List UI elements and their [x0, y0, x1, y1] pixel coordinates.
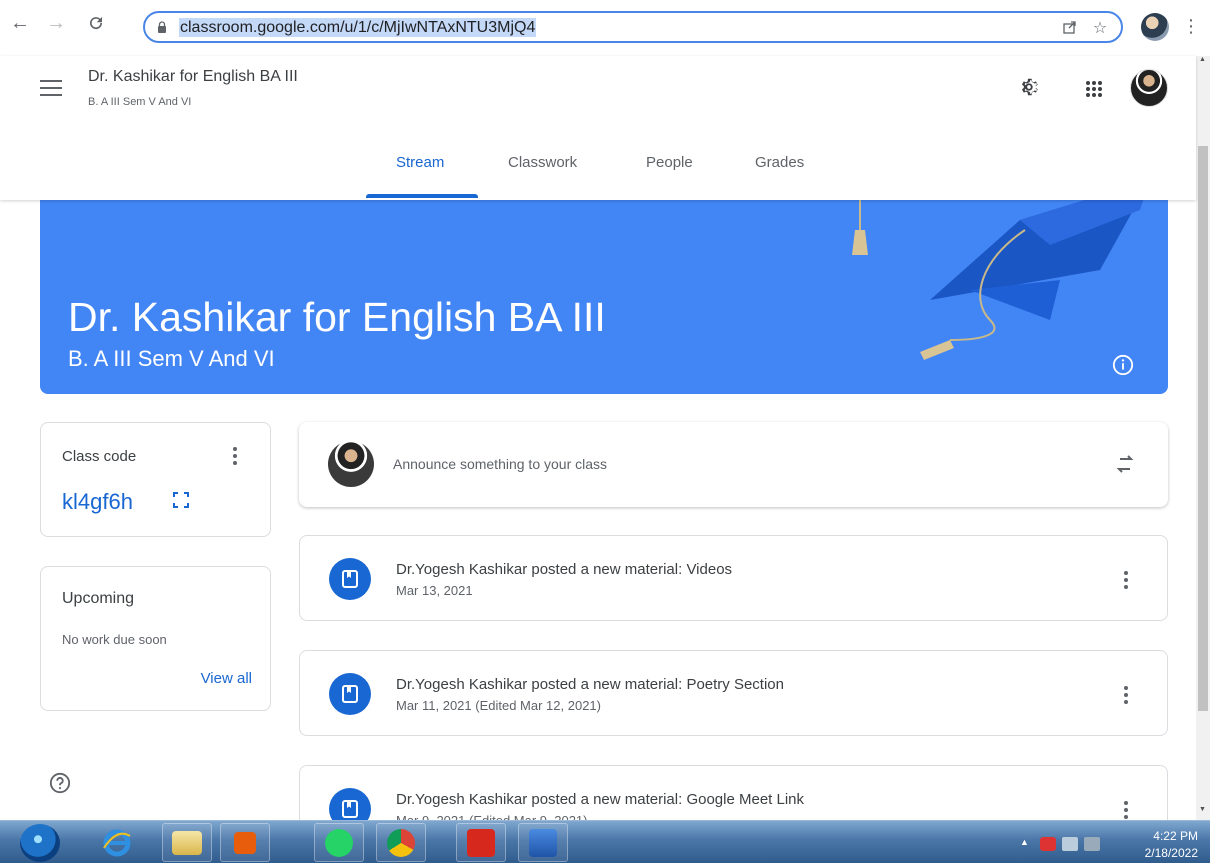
share-icon[interactable]	[1060, 19, 1080, 39]
clock-time[interactable]: 4:22 PM	[1153, 829, 1198, 843]
graduation-cap-illustration	[852, 200, 1144, 360]
banner-title: Dr. Kashikar for English BA III	[68, 294, 606, 340]
post-title: Dr.Yogesh Kashikar posted a new material…	[396, 676, 784, 693]
whatsapp-icon[interactable]	[314, 823, 364, 862]
class-code-label: Class code	[62, 448, 137, 465]
info-icon[interactable]	[1112, 354, 1134, 376]
browser-profile-avatar[interactable]	[1141, 13, 1169, 41]
acrobat-icon[interactable]	[456, 823, 506, 862]
reload-button[interactable]	[84, 11, 108, 35]
stream-post[interactable]: Dr.Yogesh Kashikar posted a new material…	[299, 765, 1168, 830]
tray-expand-icon[interactable]: ▲	[1020, 837, 1036, 851]
more-vert-icon[interactable]	[1120, 799, 1132, 821]
browser-toolbar: ← → classroom.google.com/u/1/c/MjIwNTAxN…	[0, 0, 1210, 56]
gear-icon[interactable]	[1018, 76, 1040, 98]
browser-menu-icon[interactable]: ⋮	[1182, 16, 1200, 36]
classroom-header: Dr. Kashikar for English BA III B. A III…	[0, 56, 1196, 200]
material-icon	[329, 558, 371, 600]
start-button[interactable]	[20, 824, 60, 862]
stream-post[interactable]: Dr.Yogesh Kashikar posted a new material…	[299, 650, 1168, 736]
windows-taskbar: ▲ 4:22 PM 2/18/2022	[0, 820, 1210, 863]
announce-avatar	[328, 441, 374, 487]
bookmark-star-icon[interactable]: ☆	[1090, 19, 1110, 39]
class-code-value: kl4gf6h	[62, 489, 133, 514]
user-avatar[interactable]	[1130, 69, 1168, 107]
internet-explorer-icon[interactable]	[92, 823, 142, 862]
clock-date[interactable]: 2/18/2022	[1145, 846, 1198, 860]
upcoming-empty-text: No work due soon	[62, 632, 167, 647]
post-title: Dr.Yogesh Kashikar posted a new material…	[396, 791, 805, 808]
stream-post[interactable]: Dr.Yogesh Kashikar posted a new material…	[299, 535, 1168, 621]
more-vert-icon[interactable]	[1120, 569, 1132, 591]
file-explorer-icon[interactable]	[162, 823, 212, 862]
tab-grades[interactable]: Grades	[755, 154, 804, 171]
more-vert-icon[interactable]	[229, 445, 241, 467]
lock-icon	[158, 21, 166, 33]
word-icon[interactable]	[518, 823, 568, 862]
address-bar[interactable]: classroom.google.com/u/1/c/MjIwNTAxNTU3M…	[143, 11, 1123, 43]
apps-grid-icon[interactable]	[1085, 80, 1103, 98]
class-code-card: Class code kl4gf6h	[40, 422, 271, 537]
media-player-icon[interactable]	[220, 823, 270, 862]
reload-icon	[90, 17, 103, 30]
action-center-icon[interactable]	[1062, 837, 1078, 851]
class-banner: Dr. Kashikar for English BA III B. A III…	[40, 200, 1168, 394]
forward-button[interactable]: →	[44, 11, 68, 35]
scroll-down-icon[interactable]: ▼	[1199, 806, 1207, 813]
post-date: Mar 11, 2021 (Edited Mar 12, 2021)	[396, 698, 601, 713]
scroll-thumb[interactable]	[1198, 146, 1208, 711]
tab-people[interactable]: People	[646, 154, 693, 171]
volume-muted-icon[interactable]	[1040, 837, 1056, 851]
chrome-icon[interactable]	[376, 823, 426, 862]
upcoming-card: Upcoming No work due soon View all	[40, 566, 271, 711]
main-menu-icon[interactable]	[40, 80, 62, 96]
scroll-up-icon[interactable]: ▲	[1199, 56, 1207, 63]
post-date: Mar 13, 2021	[396, 583, 473, 598]
tab-stream[interactable]: Stream	[396, 154, 444, 171]
repost-icon[interactable]	[1113, 452, 1137, 476]
fullscreen-icon[interactable]	[173, 492, 189, 508]
back-button[interactable]: ←	[8, 11, 32, 35]
material-icon	[329, 673, 371, 715]
help-icon[interactable]	[49, 772, 71, 794]
announce-placeholder[interactable]: Announce something to your class	[393, 456, 607, 472]
header-section: B. A III Sem V And VI	[88, 96, 192, 108]
network-icon[interactable]	[1084, 837, 1100, 851]
header-class-name[interactable]: Dr. Kashikar for English BA III	[88, 68, 298, 86]
banner-subtitle: B. A III Sem V And VI	[68, 346, 275, 371]
tab-classwork[interactable]: Classwork	[508, 154, 577, 171]
announce-box[interactable]: Announce something to your class	[299, 422, 1168, 507]
active-tab-indicator	[366, 194, 478, 198]
url-text[interactable]: classroom.google.com/u/1/c/MjIwNTAxNTU3M…	[179, 18, 537, 37]
view-all-link[interactable]: View all	[201, 670, 252, 687]
post-title: Dr.Yogesh Kashikar posted a new material…	[396, 561, 733, 578]
more-vert-icon[interactable]	[1120, 684, 1132, 706]
page-scrollbar[interactable]: ▲ ▼	[1196, 56, 1210, 820]
upcoming-title: Upcoming	[62, 590, 135, 607]
system-tray: ▲ 4:22 PM 2/18/2022	[1020, 825, 1210, 861]
